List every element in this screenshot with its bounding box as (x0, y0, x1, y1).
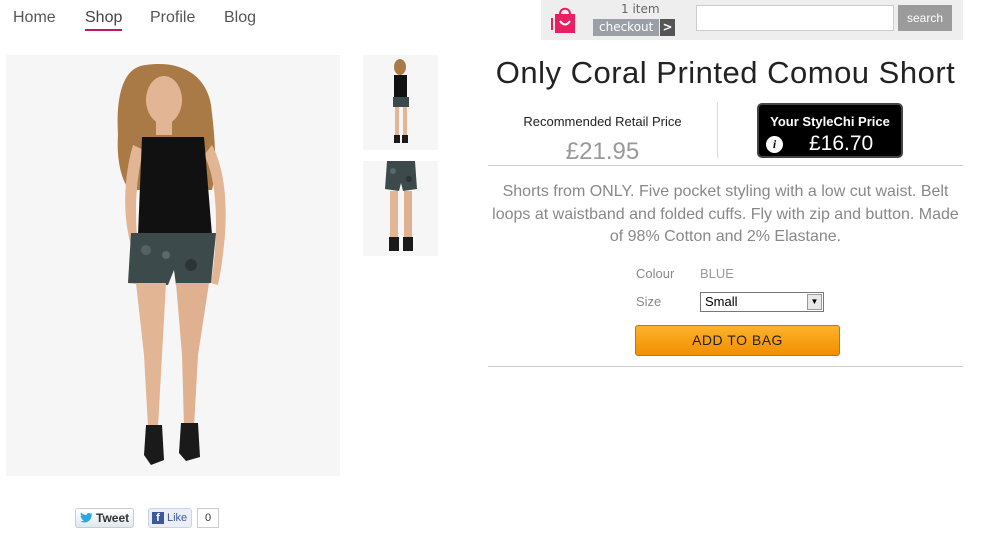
tweet-button[interactable]: Tweet (75, 508, 134, 528)
twitter-bird-icon (80, 512, 93, 523)
product-thumbnail-2[interactable] (363, 161, 438, 256)
facebook-icon: f (152, 512, 164, 524)
checkout-arrow-icon[interactable]: > (660, 19, 675, 36)
stylechi-price-label: Your StyleChi Price (770, 114, 890, 129)
checkout-label[interactable]: checkout (593, 19, 659, 36)
price-divider (717, 102, 718, 158)
nav-blog[interactable]: Blog (224, 9, 256, 27)
size-select[interactable]: Small ▼ (700, 292, 824, 312)
nav-shop[interactable]: Shop (85, 9, 123, 31)
like-label: Like (167, 512, 188, 524)
rrp-value: £21.95 (565, 138, 640, 165)
like-count: 0 (197, 508, 219, 528)
search-bar: search (689, 0, 963, 40)
cart-widget: 1 item checkout > (541, 0, 689, 40)
search-input[interactable] (696, 5, 894, 31)
divider (488, 366, 963, 367)
size-selected-value: Small (705, 294, 738, 309)
info-icon[interactable]: i (766, 136, 783, 153)
cart-item-count: 1 item (621, 2, 660, 16)
facebook-like-button[interactable]: f Like (148, 508, 192, 528)
stylechi-price-box: Your StyleChi Price i £16.70 (757, 103, 903, 158)
product-main-image[interactable] (6, 55, 340, 476)
stylechi-price-value: £16.70 (809, 132, 874, 155)
product-thumbnail-1[interactable] (363, 55, 438, 150)
search-button[interactable]: search (898, 5, 952, 31)
nav-profile[interactable]: Profile (150, 9, 195, 27)
add-to-bag-button[interactable]: ADD TO BAG (635, 325, 840, 356)
rrp-label: Recommended Retail Price (523, 114, 682, 129)
nav-home[interactable]: Home (13, 9, 56, 27)
product-description: Shorts from ONLY. Five pocket styling wi… (492, 183, 959, 245)
shopping-bag-icon[interactable] (551, 5, 579, 35)
colour-label: Colour (636, 266, 675, 281)
size-label: Size (636, 294, 662, 309)
divider (488, 165, 963, 166)
chevron-down-icon[interactable]: ▼ (807, 294, 822, 310)
checkout-button[interactable]: checkout > (593, 19, 675, 36)
colour-value: BLUE (700, 266, 734, 281)
tweet-label: Tweet (96, 511, 130, 525)
product-title: Only Coral Printed Comou Short (495, 55, 956, 90)
